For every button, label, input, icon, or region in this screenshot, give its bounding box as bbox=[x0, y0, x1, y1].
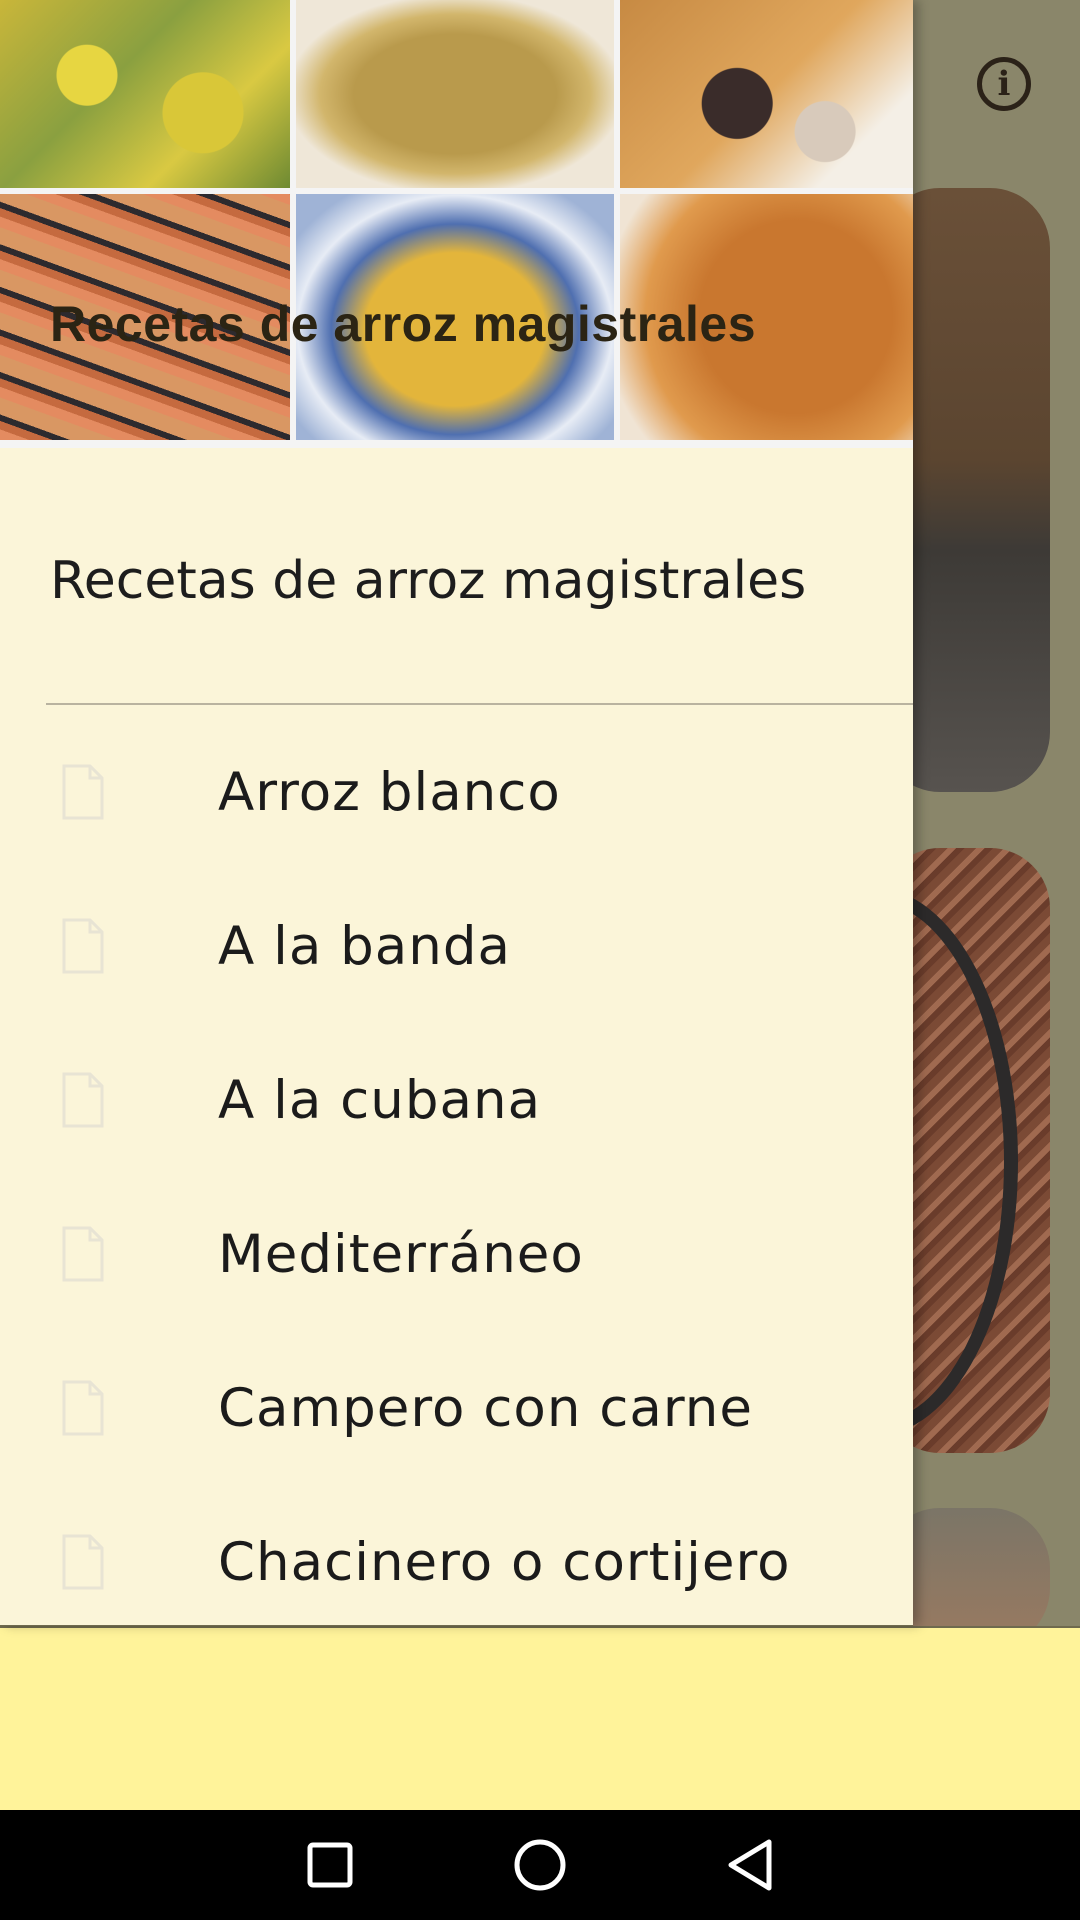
photo-grid-lines bbox=[0, 0, 913, 448]
menu-item-label: Mediterráneo bbox=[218, 1223, 584, 1285]
document-icon bbox=[62, 918, 104, 974]
document-icon bbox=[62, 764, 104, 820]
menu-item-label: Arroz blanco bbox=[218, 761, 561, 823]
system-navigation-bar bbox=[0, 1810, 1080, 1920]
info-icon[interactable]: i bbox=[977, 57, 1031, 111]
menu-item-campero-con-carne[interactable]: Campero con carne bbox=[0, 1331, 913, 1485]
drawer-subtitle: Recetas de arroz magistrales bbox=[50, 551, 807, 611]
menu-item-mediterraneo[interactable]: Mediterráneo bbox=[0, 1177, 913, 1331]
menu-item-label: Chacinero o cortijero bbox=[218, 1531, 791, 1593]
menu-item-arroz-blanco[interactable]: Arroz blanco bbox=[0, 715, 913, 869]
drawer-bottom-border bbox=[0, 1625, 913, 1626]
divider bbox=[46, 703, 913, 705]
menu-item-label: A la banda bbox=[218, 915, 511, 977]
back-button[interactable] bbox=[720, 1835, 780, 1895]
info-glyph: i bbox=[997, 64, 1011, 104]
document-icon bbox=[62, 1226, 104, 1282]
ad-banner[interactable] bbox=[0, 1626, 1080, 1812]
menu-item-a-la-banda[interactable]: A la banda bbox=[0, 869, 913, 1023]
back-triangle-icon bbox=[728, 1839, 772, 1891]
square-icon bbox=[307, 1842, 353, 1888]
circle-icon bbox=[514, 1839, 566, 1891]
home-button[interactable] bbox=[510, 1835, 570, 1895]
drawer-header: Recetas de arroz magistrales bbox=[0, 0, 913, 448]
document-icon bbox=[62, 1380, 104, 1436]
document-icon bbox=[62, 1534, 104, 1590]
menu-item-chacinero-o-cortijero[interactable]: Chacinero o cortijero bbox=[0, 1485, 913, 1626]
recent-apps-button[interactable] bbox=[300, 1835, 360, 1895]
document-icon bbox=[62, 1072, 104, 1128]
menu-item-label: A la cubana bbox=[218, 1069, 542, 1131]
navigation-drawer: Recetas de arroz magistrales Recetas de … bbox=[0, 0, 913, 1626]
drawer-header-title: Recetas de arroz magistrales bbox=[50, 296, 757, 352]
menu-item-label: Campero con carne bbox=[218, 1377, 753, 1439]
drawer-menu: Arroz blanco A la banda A la cubana Medi… bbox=[0, 715, 913, 1626]
menu-item-a-la-cubana[interactable]: A la cubana bbox=[0, 1023, 913, 1177]
